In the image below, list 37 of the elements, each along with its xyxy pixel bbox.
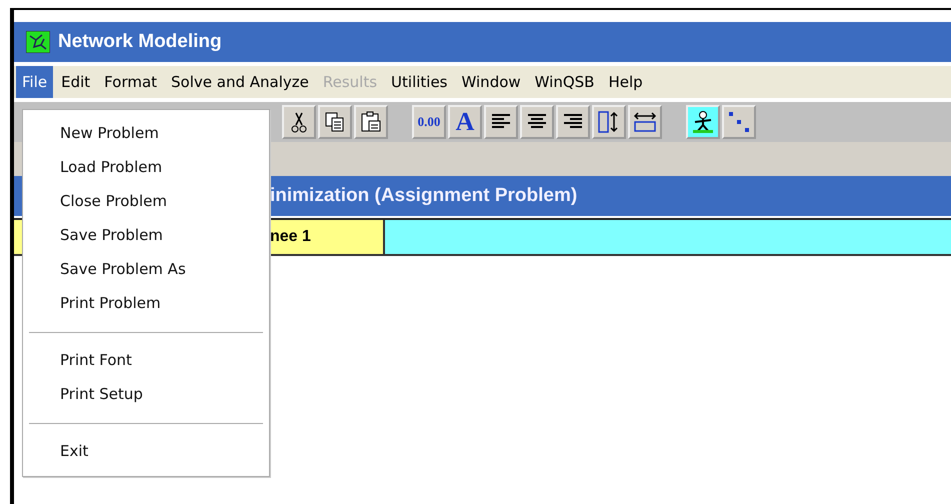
row-height-button[interactable] xyxy=(592,105,626,139)
app-icon xyxy=(26,31,50,53)
menu-option[interactable]: Exit xyxy=(23,434,269,468)
menu-item[interactable]: Format xyxy=(98,66,164,98)
paste-button[interactable] xyxy=(354,105,388,139)
dots-icon xyxy=(727,110,751,134)
document-title: inimization (Assignment Problem) xyxy=(270,185,578,207)
align-left-button[interactable] xyxy=(484,105,518,139)
solver-button[interactable] xyxy=(686,105,720,139)
align-right-button[interactable] xyxy=(556,105,590,139)
menu-item[interactable]: Help xyxy=(602,66,649,98)
cut-button[interactable] xyxy=(282,105,316,139)
clipboard-icon xyxy=(359,110,383,134)
menu-item[interactable]: WinQSB xyxy=(528,66,600,98)
number-format-button[interactable]: 0.00 xyxy=(412,105,446,139)
menu-option[interactable]: Load Problem xyxy=(23,150,269,184)
column-width-button[interactable] xyxy=(628,105,662,139)
menu-option[interactable]: Print Font xyxy=(23,343,269,377)
menu-item[interactable]: Utilities xyxy=(385,66,454,98)
copy-button[interactable] xyxy=(318,105,352,139)
menu-item[interactable]: Edit xyxy=(55,66,96,98)
menu-option[interactable]: Save Problem As xyxy=(23,252,269,286)
align-center-button[interactable] xyxy=(520,105,554,139)
menu-item[interactable]: Solve and Analyze xyxy=(165,66,315,98)
menu-item[interactable]: File xyxy=(16,66,54,98)
menu-item[interactable]: Window xyxy=(456,66,527,98)
window-title: Network Modeling xyxy=(58,31,222,53)
column-width-icon xyxy=(633,110,657,134)
font-button[interactable]: A xyxy=(448,105,482,139)
table-cell[interactable] xyxy=(385,220,951,254)
menu-option[interactable]: Save Problem xyxy=(23,218,269,252)
menu-option[interactable]: New Problem xyxy=(23,116,269,150)
stick-figure-icon xyxy=(691,110,715,134)
menu-option[interactable]: Print Problem xyxy=(23,286,269,320)
menu-option[interactable]: Print Setup xyxy=(23,377,269,411)
graph-button[interactable] xyxy=(722,105,756,139)
menu-option[interactable]: Close Problem xyxy=(23,184,269,218)
